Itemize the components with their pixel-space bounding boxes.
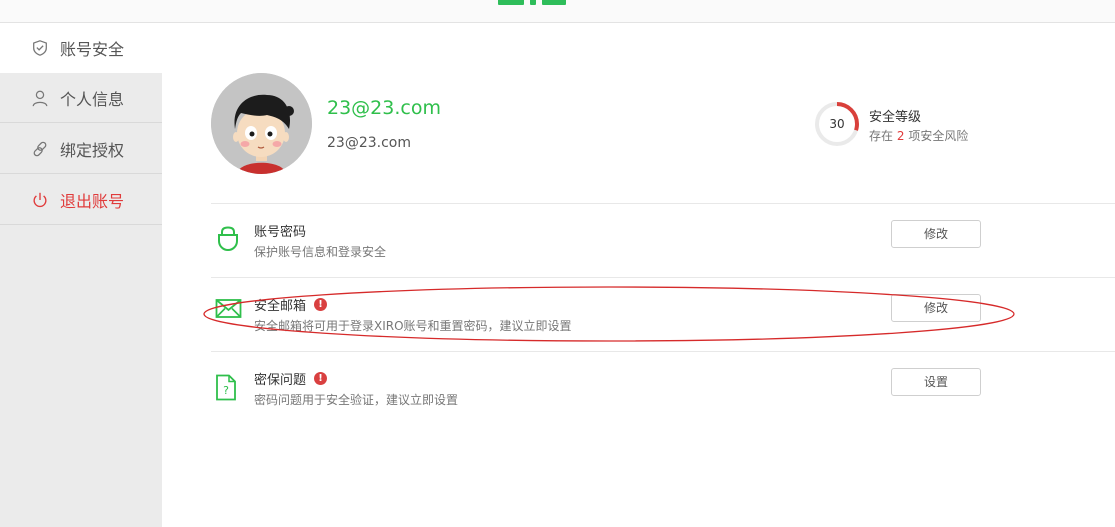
risk-count: 2 [896, 129, 905, 143]
modify-password-button[interactable]: 修改 [891, 220, 981, 248]
row-title-text: 安全邮箱 [254, 299, 307, 314]
sidebar: 账号安全 个人信息 绑定授权 退出账号 [0, 23, 162, 527]
brand-logo [498, 0, 598, 6]
security-level-title: 安全等级 [869, 110, 922, 125]
row-title-text: 密保问题 [254, 373, 307, 388]
row-desc-password: 保护账号信息和登录安全 [254, 245, 387, 259]
row-title-security-question: 密保问题 ! [254, 369, 328, 388]
security-risk-desc: 存在 2 项安全风险 [869, 127, 968, 144]
account-email: 23@23.com [327, 135, 411, 151]
divider [211, 351, 1115, 352]
warning-icon: ! [314, 372, 328, 385]
person-icon [30, 88, 50, 108]
risk-desc-suffix: 项安全风险 [908, 129, 969, 143]
account-email-title: 23@23.com [327, 97, 441, 119]
mail-icon [215, 299, 242, 318]
top-header [0, 0, 1115, 23]
sidebar-item-label: 绑定授权 [60, 140, 125, 160]
power-icon [30, 190, 50, 210]
sidebar-item-account-security[interactable]: 账号安全 [0, 23, 162, 73]
modify-email-button[interactable]: 修改 [891, 294, 981, 322]
row-title-text: 账号密码 [254, 225, 307, 240]
avatar[interactable] [211, 73, 312, 174]
row-title-security-email: 安全邮箱 ! [254, 295, 328, 314]
question-doc-icon: ? [216, 374, 236, 401]
sidebar-item-logout[interactable]: 退出账号 [0, 175, 162, 225]
sidebar-item-label: 个人信息 [60, 89, 125, 109]
account-security-page: 账号安全 个人信息 绑定授权 退出账号 23@23.com 23@23.com … [0, 0, 1115, 527]
shield-icon [30, 38, 50, 58]
row-desc-security-question: 密码问题用于安全验证，建议立即设置 [254, 393, 459, 407]
risk-desc-prefix: 存在 [869, 129, 894, 143]
sidebar-item-label: 账号安全 [60, 40, 125, 59]
row-title-password: 账号密码 [254, 221, 306, 240]
divider [211, 277, 1115, 278]
sidebar-item-personal-info[interactable]: 个人信息 [0, 73, 162, 123]
warning-icon: ! [314, 298, 328, 311]
shield-bag-icon [218, 226, 238, 252]
sidebar-item-bind-authorization[interactable]: 绑定授权 [0, 124, 162, 174]
sidebar-item-label: 退出账号 [60, 191, 125, 211]
set-security-question-button[interactable]: 设置 [891, 368, 981, 396]
link-icon [30, 139, 50, 159]
divider [211, 203, 1115, 204]
security-score: 30 [829, 117, 845, 131]
row-desc-security-email: 安全邮箱将可用于登录XIRO账号和重置密码，建议立即设置 [254, 319, 572, 333]
svg-text:?: ? [223, 384, 229, 397]
